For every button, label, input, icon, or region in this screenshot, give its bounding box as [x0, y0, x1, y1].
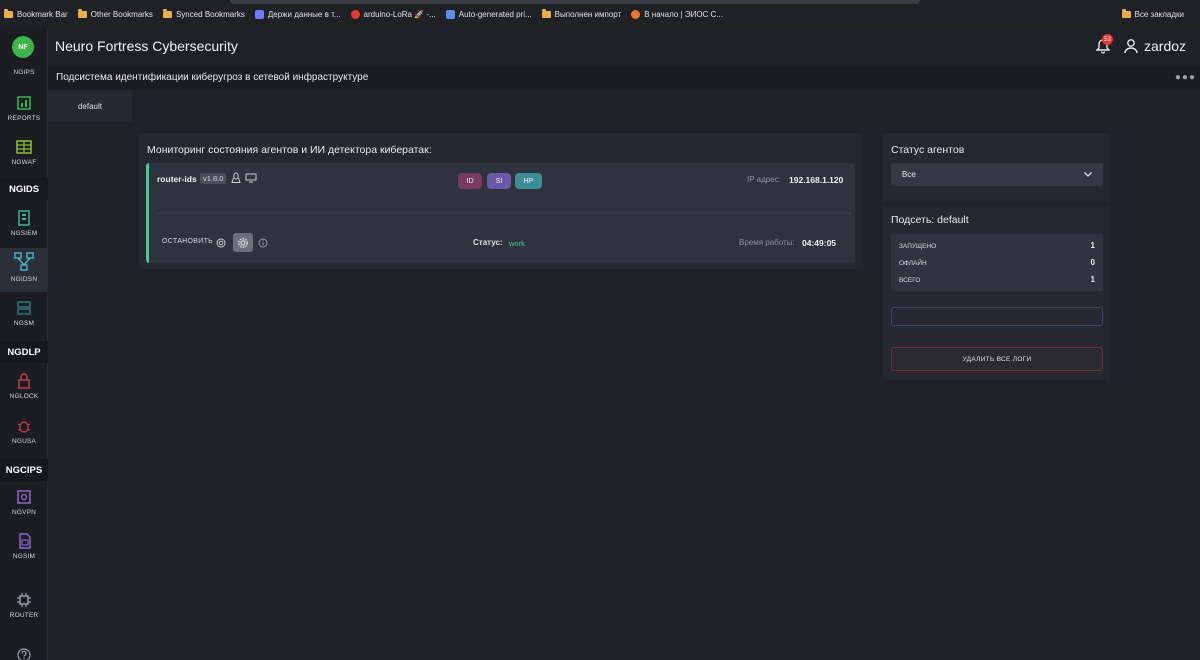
agents-filter-select[interactable]: Все: [891, 163, 1103, 186]
uptime-value: 04:49:05: [802, 238, 837, 248]
username[interactable]: zardoz: [1144, 38, 1186, 54]
bug-icon: [17, 421, 31, 433]
log-filter-input[interactable]: [891, 307, 1103, 326]
ip-address: 192.168.1.120: [789, 175, 844, 185]
agent-settings-button[interactable]: [233, 233, 253, 252]
user-icon[interactable]: [1124, 38, 1138, 54]
page-favicon-icon: [254, 9, 264, 19]
network-icon: [14, 252, 34, 271]
folder-icon: [77, 8, 87, 18]
folder-icon: [541, 8, 551, 18]
page-favicon-icon: [631, 9, 641, 19]
agent-name: router-ids: [157, 174, 197, 184]
page-favicon-icon: [445, 9, 455, 19]
agents-filter-value: Все: [902, 170, 916, 179]
folder-icon: [4, 8, 13, 18]
folder-icon: [1121, 8, 1131, 18]
subnet-title: Подсеть: default: [891, 214, 969, 226]
app-title: Neuro Fortress Cybersecurity: [55, 38, 238, 54]
section-ngcips: NGCIPS: [0, 459, 48, 481]
monitor-icon: [245, 173, 257, 183]
browser-top-line: [230, 0, 920, 4]
tag-id[interactable]: ID: [458, 173, 482, 189]
tab-bar: default: [48, 90, 1200, 122]
bookmark-item[interactable]: Держи данные в т...: [254, 9, 341, 19]
bookmark-item[interactable]: Auto-generated pri...: [445, 9, 532, 19]
status-label: Статус:: [473, 238, 503, 247]
ip-label: IP адрес:: [747, 175, 781, 184]
tag-si[interactable]: SI: [487, 173, 511, 189]
target-icon[interactable]: [216, 238, 226, 248]
app-logo[interactable]: NF: [12, 36, 34, 58]
agent-card[interactable]: router-ids v1.8.0 ID SI HP IP адрес: 192…: [146, 163, 855, 263]
linux-icon: [231, 172, 241, 183]
subsystem-bar: Подсистема идентификации киберугроз в се…: [48, 66, 1200, 90]
card-divider: [157, 213, 851, 214]
section-ngdlp: NGDLP: [0, 341, 48, 363]
sidebar-item-router[interactable]: ROUTER: [0, 588, 48, 628]
lock-icon: [18, 373, 30, 389]
bookmark-item[interactable]: В начало | ЭИОС С...: [631, 9, 723, 19]
chevron-down-icon: [1084, 172, 1092, 177]
sidebar-item-ngsm[interactable]: NGSM: [0, 296, 48, 336]
sidebar-item-nglock[interactable]: NGLOCK: [0, 369, 48, 411]
sidebar-item-ngips[interactable]: NGIPS: [0, 69, 48, 76]
bookmark-item[interactable]: Выполнен импорт: [541, 8, 621, 19]
stop-agent-button[interactable]: ОСТАНОВИТЬ: [162, 238, 213, 245]
panel-separator: [883, 202, 1111, 206]
notification-badge: 53: [1102, 34, 1113, 45]
agents-status-panel: Статус агентов Все Подсеть: default ЗАПУ…: [883, 133, 1111, 380]
panel-title: Мониторинг состояния агентов и ИИ детект…: [147, 144, 432, 156]
folder-icon: [162, 8, 172, 18]
sidebar-item-ngvpn[interactable]: NGVPN: [0, 486, 48, 530]
version-badge: v1.8.0: [200, 173, 227, 184]
page-favicon-icon: [350, 9, 360, 19]
section-ngids: NGIDS: [0, 178, 48, 200]
delete-all-logs-button[interactable]: УДАЛИТЬ ВСЕ ЛОГИ: [891, 347, 1103, 371]
all-bookmarks-item[interactable]: Все закладки: [1121, 8, 1184, 19]
building-icon: [18, 210, 30, 226]
sidebar-item-ngsim[interactable]: NGSIM: [0, 532, 48, 574]
uptime-label: Время работы:: [739, 238, 795, 247]
subsystem-title: Подсистема идентификации киберугроз в се…: [56, 72, 369, 83]
sidebar-item-ngusa[interactable]: NGUSA: [0, 414, 48, 456]
stat-running: ЗАПУЩЕНО 1: [899, 241, 1095, 250]
agents-status-title: Статус агентов: [891, 144, 965, 156]
stat-total: ВСЕГО 1: [899, 275, 1095, 284]
stat-offline: ОФЛАЙН 0: [899, 258, 1095, 267]
sidebar-item-ngwaf[interactable]: NGWAF: [0, 134, 48, 176]
bookmarks-bar: Bookmark Bar Other Bookmarks Synced Book…: [0, 0, 1200, 28]
vpn-icon: [17, 490, 31, 504]
app-header: Neuro Fortress Cybersecurity 53 zardoz: [48, 28, 1200, 66]
server-icon: [17, 301, 31, 315]
sidebar-item-ngidsn[interactable]: NGIDSN: [0, 248, 48, 292]
info-icon[interactable]: [258, 238, 268, 248]
sidebar-item-reports[interactable]: REPORTS: [0, 90, 48, 130]
help-icon[interactable]: [17, 648, 31, 660]
sidebar: NF NGIPS REPORTS NGWAF NGIDS NGSIEM NGID…: [0, 28, 48, 660]
bookmark-item[interactable]: Other Bookmarks: [77, 8, 153, 19]
more-options-icon[interactable]: ●●●: [1175, 72, 1196, 83]
bookmark-item[interactable]: Bookmark Bar: [4, 8, 68, 19]
sim-card-icon: [19, 533, 31, 549]
firewall-icon: [16, 140, 32, 154]
tab-default[interactable]: default: [48, 90, 132, 122]
sidebar-item-ngsiem[interactable]: NGSIEM: [0, 206, 48, 248]
gear-icon: [237, 237, 249, 248]
app-root: Bookmark Bar Other Bookmarks Synced Book…: [0, 0, 1200, 660]
status-value: work: [509, 239, 525, 248]
bookmark-item[interactable]: arduino-LoRa 🚀 -...: [350, 9, 436, 19]
router-chip-icon: [17, 593, 31, 607]
reports-icon: [17, 96, 31, 110]
agent-stats: ЗАПУЩЕНО 1 ОФЛАЙН 0 ВСЕГО 1: [891, 234, 1103, 291]
bookmark-item[interactable]: Synced Bookmarks: [162, 8, 245, 19]
agent-monitor-panel: Мониторинг состояния агентов и ИИ детект…: [139, 133, 863, 269]
tag-hp[interactable]: HP: [515, 173, 542, 189]
